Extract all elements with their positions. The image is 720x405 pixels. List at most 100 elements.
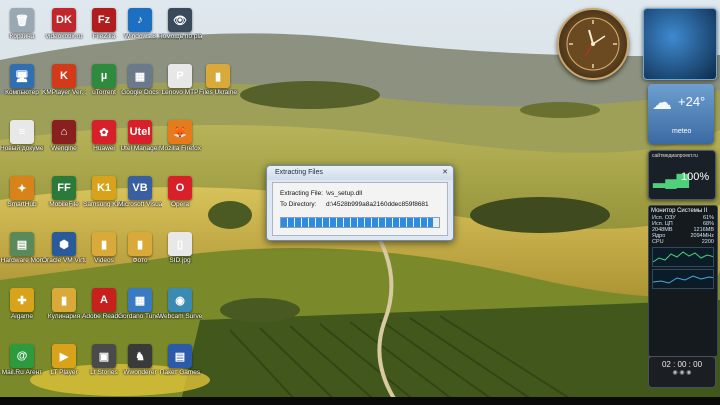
smarthub-icon: ✦ [10,176,34,200]
plays-help-icon: 👁 [168,8,192,32]
desktop-icon-label: Utel Manager [120,145,160,152]
stories-icon: ▣ [92,344,116,368]
kies-icon: K1 [92,176,116,200]
desktop-icon[interactable]: 🦊 Mozilla Firefox [158,120,202,152]
desktop-icon[interactable]: ▶ LT Player [42,344,86,376]
dialog-title: Extracting Files [267,166,453,180]
close-icon[interactable]: ✕ [440,168,450,177]
signal-gadget[interactable]: сайтмедиапроект.ru ▂▄▆ 100% [648,150,716,200]
desktop-icon-label: LT Player [50,369,78,376]
desktop-icon[interactable]: ≡Новый документ [0,120,44,152]
desktop-icon-label: KMPlayer Ver. 3 [42,89,86,96]
desktop-icon-label: videokotik.ru [45,33,83,40]
desktop-icon-label: Фото [132,257,148,264]
desktop-icon[interactable]: ▮ Кулинария [42,288,86,320]
desktop-icon-label: Пакет Games [159,369,201,376]
desktop-icon[interactable]: ▤ Пакет Games [158,344,202,376]
desktop-icon[interactable]: O Opera [158,176,202,208]
panel-icon: P [168,64,192,88]
desktop-icon[interactable]: 🗑 Корзина [0,8,44,40]
desktop-icon[interactable]: K KMPlayer Ver. 3 [42,64,86,96]
timer-gadget[interactable]: 02 : 00 : 00 ◉ ◉ ◉ [648,356,716,388]
desktop-icon-label: Windows 8 [124,33,156,40]
book-icon: ▮ [52,288,76,312]
desktop-icon-label: Google Docs [121,89,159,96]
system-monitor-gadget[interactable]: Монитор Системы II Исп. ОЗУ 61% Исп. ЦП 68%… [648,205,718,357]
to-directory-label: To Directory: [280,201,317,208]
firefox-icon: 🦊 [168,120,192,144]
utorrent-icon: µ [92,64,116,88]
signal-percent: 100% [681,171,710,183]
desktop-icon[interactable]: ♞ Wwonderer [118,344,162,376]
desktop-icon-label: Wengine [51,145,77,152]
letterbox-bar [0,397,720,405]
adobe-reader-icon: A [92,288,116,312]
kmplayer-icon: K [52,64,76,88]
desktop-icon[interactable]: Utel Utel Manager [118,120,162,152]
desktop-icon[interactable]: ▦ Google Docs [118,64,162,96]
desktop-icon-label: Кулинария [47,313,81,320]
desktop-icon[interactable]: ▤ Hardware Mon [0,232,44,264]
desktop-icon[interactable]: DK videokotik.ru [42,8,86,40]
desktop-icon[interactable]: ▮ Фото [118,232,162,264]
progress-fill [281,218,433,227]
games-icon: ▤ [168,344,192,368]
desktop-icon[interactable]: ⬢Oracle VM VirtualBox [42,232,86,264]
desktop-icon-label: SID.jpg [169,257,191,264]
desktop-icon[interactable]: ⌂ Wengine [42,120,86,152]
desktop-icon[interactable]: ▯ SID.jpg [158,232,202,264]
clock-face-icon [566,17,620,71]
desktop-icon-label: Помощь по plays [158,33,202,40]
desktop-icon[interactable]: ✚ Aigame [0,288,44,320]
huawei-icon: ✿ [92,120,116,144]
desktop-icon-label: Gordano Tunes Ope [118,313,162,320]
recycle-bin-icon: 🗑 [10,8,34,32]
desktop-icon[interactable]: ◉Webcam Surveyor [158,288,202,320]
desktop-icon-label: Hardware Mon [0,257,44,264]
desktop-icon[interactable]: ✦ SmartHub [0,176,44,208]
weather-gadget[interactable]: ☁ +24° meteo [648,84,714,144]
utel-icon: Utel [128,120,152,144]
monitor-icon: ▤ [10,232,34,256]
desktop-icon[interactable]: VBMicrosoft Visual Basic [118,176,162,208]
desktop-icon[interactable]: 🖥 Компьютер [0,64,44,96]
desktop-icon[interactable]: ♪ Windows 8 [118,8,162,40]
to-directory-row: To Directory: d:\4528b999a8a2160ddec859f8… [280,201,429,208]
ram-graph [652,269,714,289]
desktop-icon[interactable]: ▦Gordano Tunes Ope [118,288,162,320]
desktop-icon-label: Webcam Surveyor [158,313,202,320]
desktop-icon-label: Mail.Ru Агент [1,369,43,376]
cpu-graph-icon [653,251,713,263]
ram-graph-icon [653,275,713,284]
desktop-icon-label: Новый документ [0,145,44,152]
desktop-icon[interactable]: @ Mail.Ru Агент [0,344,44,376]
folder-icon: ▮ [206,64,230,88]
desktop-icon[interactable]: FF MobileFile [42,176,86,208]
desktop-icon-label: Opera [170,201,190,208]
weather-temperature: +24° [678,94,706,109]
calculator-icon: ▦ [128,64,152,88]
sysmon-readouts: Исп. ОЗУ 61% Исп. ЦП 68% 2048MB 1216MB Ядро 209… [649,215,717,245]
timer-controls[interactable]: ◉ ◉ ◉ [649,369,715,376]
desktop-icon-label: Mozilla Firefox [159,145,201,152]
weather-cloud-icon: ☁ [652,92,672,114]
desktop-icon[interactable]: ▮ Files Ukraine [196,64,240,96]
player-icon: ▶ [52,344,76,368]
mobilefile-icon: FF [52,176,76,200]
file-icon: ▯ [168,232,192,256]
computer-icon: 🖥 [10,64,34,88]
desktop-icon-label: MobileFile [49,201,79,208]
system-status-gadget[interactable] [643,8,717,80]
videokotik-icon: DK [52,8,76,32]
extracting-file-row: Extracting File: \vs_setup.dll [280,190,362,197]
extracting-files-dialog: Extracting Files ✕ Extracting File: \vs_s… [266,165,454,241]
sysmon-row-value: 2200 [701,239,714,245]
aigame-icon: ✚ [10,288,34,312]
clock-gadget[interactable] [557,8,629,80]
virtualbox-icon: ⬢ [52,232,76,256]
desktop-icon[interactable]: 👁Помощь по plays [158,8,202,40]
extracting-file-value: \vs_setup.dll [326,190,363,197]
cpu-graph [652,247,714,267]
filezilla-icon: Fz [92,8,116,32]
extracting-file-label: Extracting File: [280,190,323,197]
